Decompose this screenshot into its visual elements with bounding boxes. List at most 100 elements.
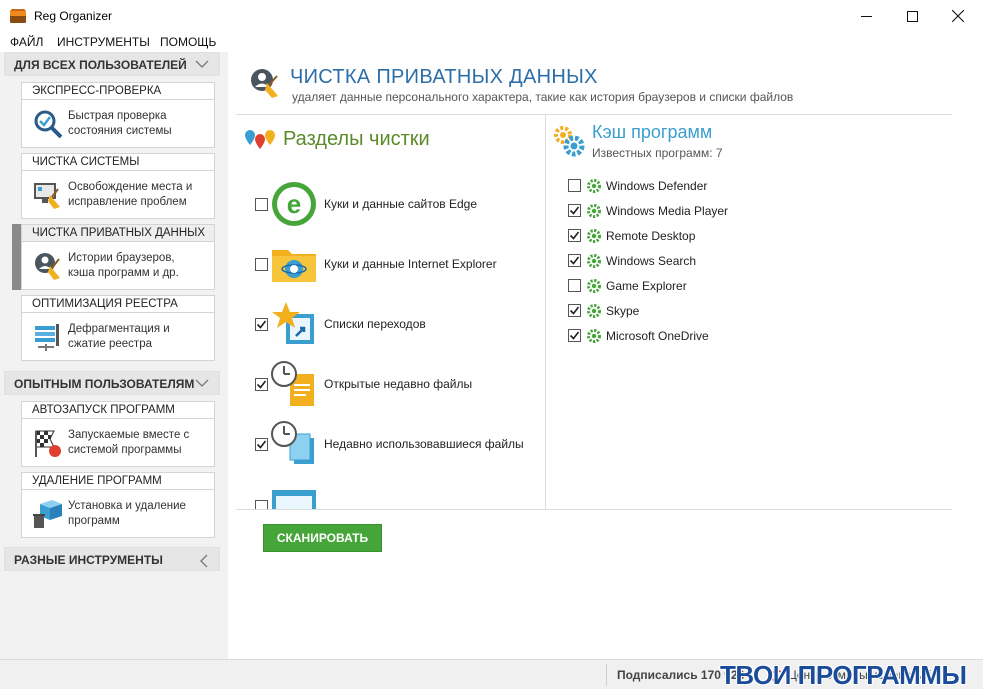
sidebar-item-desc-line1: Дефрагментация и	[68, 323, 170, 335]
sidebar-item-title: УДАЛЕНИЕ ПРОГРАММ	[22, 473, 214, 490]
sidebar-item-desc-line1: Истории браузеров,	[68, 252, 175, 264]
group-label: РАЗНЫЕ ИНСТРУМЕНТЫ	[14, 553, 163, 567]
checkmark-icon	[569, 206, 580, 215]
clean-item[interactable]: Открытые недавно файлы	[252, 360, 542, 410]
sidebar-item-desc-line1: Запускаемые вместе с	[68, 429, 190, 441]
program-item[interactable]: Windows Search	[566, 251, 816, 271]
sidebar-item-private-clean[interactable]: ЧИСТКА ПРИВАТНЫХ ДАННЫХ Истории браузеро…	[21, 224, 215, 290]
checkbox-program[interactable]	[568, 304, 581, 317]
gears-icon	[554, 126, 585, 157]
sidebar-item-desc-line2: сжатие реестра	[68, 338, 152, 350]
gear-icon	[587, 179, 601, 193]
clean-item-label: Списки переходов	[324, 317, 426, 331]
sidebar-item-uninstall[interactable]: УДАЛЕНИЕ ПРОГРАММ Установка и удаление п…	[21, 472, 215, 538]
program-label: Microsoft OneDrive	[606, 329, 709, 343]
clean-item-partial	[252, 482, 542, 509]
program-label: Windows Search	[606, 254, 697, 268]
status-bar: Подписались 170 923 Центр отмены изменен…	[0, 659, 983, 689]
checkbox-recent-files[interactable]	[255, 378, 268, 391]
chevron-down-icon	[195, 379, 209, 387]
ie-folder-icon	[272, 250, 316, 282]
svg-text:e: e	[287, 189, 301, 219]
app-icon	[10, 9, 26, 23]
gear-icon	[587, 204, 601, 218]
sidebar-item-desc-line2: программ	[68, 515, 120, 527]
program-item[interactable]: Remote Desktop	[566, 226, 816, 246]
registry-compress-icon	[35, 324, 59, 351]
checkmark-icon	[256, 440, 267, 449]
clean-item-label: Куки и данные Internet Explorer	[324, 257, 497, 271]
sidebar-item-system-clean[interactable]: ЧИСТКА СИСТЕМЫ Освобождение места и испр…	[21, 153, 215, 219]
menu-tools[interactable]: ИНСТРУМЕНТЫ	[57, 35, 150, 49]
sidebar-item-autorun[interactable]: АВТОЗАПУСК ПРОГРАММ Запускаемые вместе с…	[21, 401, 215, 467]
window-icon	[272, 490, 316, 509]
edge-icon: e	[272, 182, 316, 226]
maximize-button[interactable]	[889, 0, 935, 32]
checkmark-icon	[256, 320, 267, 329]
checkbox-ie[interactable]	[255, 258, 268, 271]
checkbox-jumplists[interactable]	[255, 318, 268, 331]
checkbox-program[interactable]	[568, 254, 581, 267]
minimize-button[interactable]	[843, 0, 889, 32]
clean-item-label: Куки и данные сайтов Edge	[324, 197, 478, 211]
close-button[interactable]	[935, 0, 981, 32]
checkmark-icon	[256, 380, 267, 389]
window-title: Reg Organizer	[34, 9, 113, 23]
checkbox-program[interactable]	[568, 179, 581, 192]
minimize-icon	[860, 15, 872, 17]
sections-title: Разделы чистки	[283, 128, 430, 150]
checkbox-recently-used[interactable]	[255, 438, 268, 451]
monitor-broom-icon	[34, 183, 60, 209]
menu-file[interactable]: ФАЙЛ	[10, 35, 43, 49]
sidebar-item-title: ЭКСПРЕСС-ПРОВЕРКА	[22, 83, 214, 100]
chevron-left-icon	[200, 554, 208, 568]
checkmark-icon	[569, 331, 580, 340]
clean-item[interactable]: Куки и данные Internet Explorer	[252, 240, 542, 290]
sidebar-item-title: ЧИСТКА СИСТЕМЫ	[22, 154, 214, 171]
privacy-broom-icon	[251, 69, 278, 98]
clean-item-label: Открытые недавно файлы	[324, 377, 473, 391]
page-title: ЧИСТКА ПРИВАТНЫХ ДАННЫХ	[290, 66, 598, 88]
group-label: ОПЫТНЫМ ПОЛЬЗОВАТЕЛЯМ	[14, 377, 195, 391]
checkbox-edge[interactable]	[255, 198, 268, 211]
sidebar-item-desc-line2: системой программы	[68, 444, 182, 456]
clock-files-icon	[271, 421, 314, 464]
group-header-all-users[interactable]: ДЛЯ ВСЕХ ПОЛЬЗОВАТЕЛЕЙ	[4, 52, 220, 76]
sidebar-item-registry-optimize[interactable]: ОПТИМИЗАЦИЯ РЕЕСТРА Дефрагментация и сжа…	[21, 295, 215, 361]
program-label: Remote Desktop	[606, 229, 696, 243]
scan-button[interactable]: СКАНИРОВАТЬ	[263, 524, 382, 552]
divider	[606, 664, 607, 686]
checkbox-program[interactable]	[568, 229, 581, 242]
checkbox-program[interactable]	[568, 279, 581, 292]
program-item[interactable]: Game Explorer	[566, 276, 816, 296]
gear-icon	[587, 254, 601, 268]
group-header-misc-tools[interactable]: РАЗНЫЕ ИНСТРУМЕНТЫ	[4, 547, 220, 571]
group-header-expert-users[interactable]: ОПЫТНЫМ ПОЛЬЗОВАТЕЛЯМ	[4, 371, 220, 395]
program-item[interactable]: Windows Defender	[566, 176, 816, 196]
menu-help[interactable]: ПОМОЩЬ	[160, 35, 216, 49]
clean-item[interactable]: Недавно использовавшиеся файлы	[252, 420, 542, 470]
divider	[545, 115, 546, 509]
gear-icon	[587, 279, 601, 293]
clean-item[interactable]: e Куки и данные сайтов Edge	[252, 180, 542, 230]
program-item[interactable]: Skype	[566, 301, 816, 321]
clean-item[interactable]: Списки переходов	[252, 300, 542, 350]
checkbox-program[interactable]	[568, 204, 581, 217]
program-label: Skype	[606, 304, 640, 318]
gear-icon	[587, 304, 601, 318]
program-item[interactable]: Microsoft OneDrive	[566, 326, 816, 346]
active-indicator	[12, 224, 21, 290]
sidebar-item-express-check[interactable]: ЭКСПРЕСС-ПРОВЕРКА Быстрая проверка состо…	[21, 82, 215, 148]
menu-bar: ФАЙЛ ИНСТРУМЕНТЫ ПОМОЩЬ	[0, 32, 983, 52]
box-trash-icon	[33, 500, 62, 528]
group-label: ДЛЯ ВСЕХ ПОЛЬЗОВАТЕЛЕЙ	[14, 58, 187, 72]
sidebar-item-title: ОПТИМИЗАЦИЯ РЕЕСТРА	[22, 296, 214, 313]
program-item[interactable]: Windows Media Player	[566, 201, 816, 221]
cache-title: Кэш программ	[592, 122, 713, 142]
program-label: Windows Defender	[606, 179, 708, 193]
checkbox-program[interactable]	[568, 329, 581, 342]
close-icon	[952, 10, 964, 22]
checkbox-partial[interactable]	[255, 500, 268, 509]
page-subtitle: удаляет данные персонального характера, …	[292, 90, 794, 104]
sidebar-item-desc-line1: Установка и удаление	[68, 500, 186, 512]
